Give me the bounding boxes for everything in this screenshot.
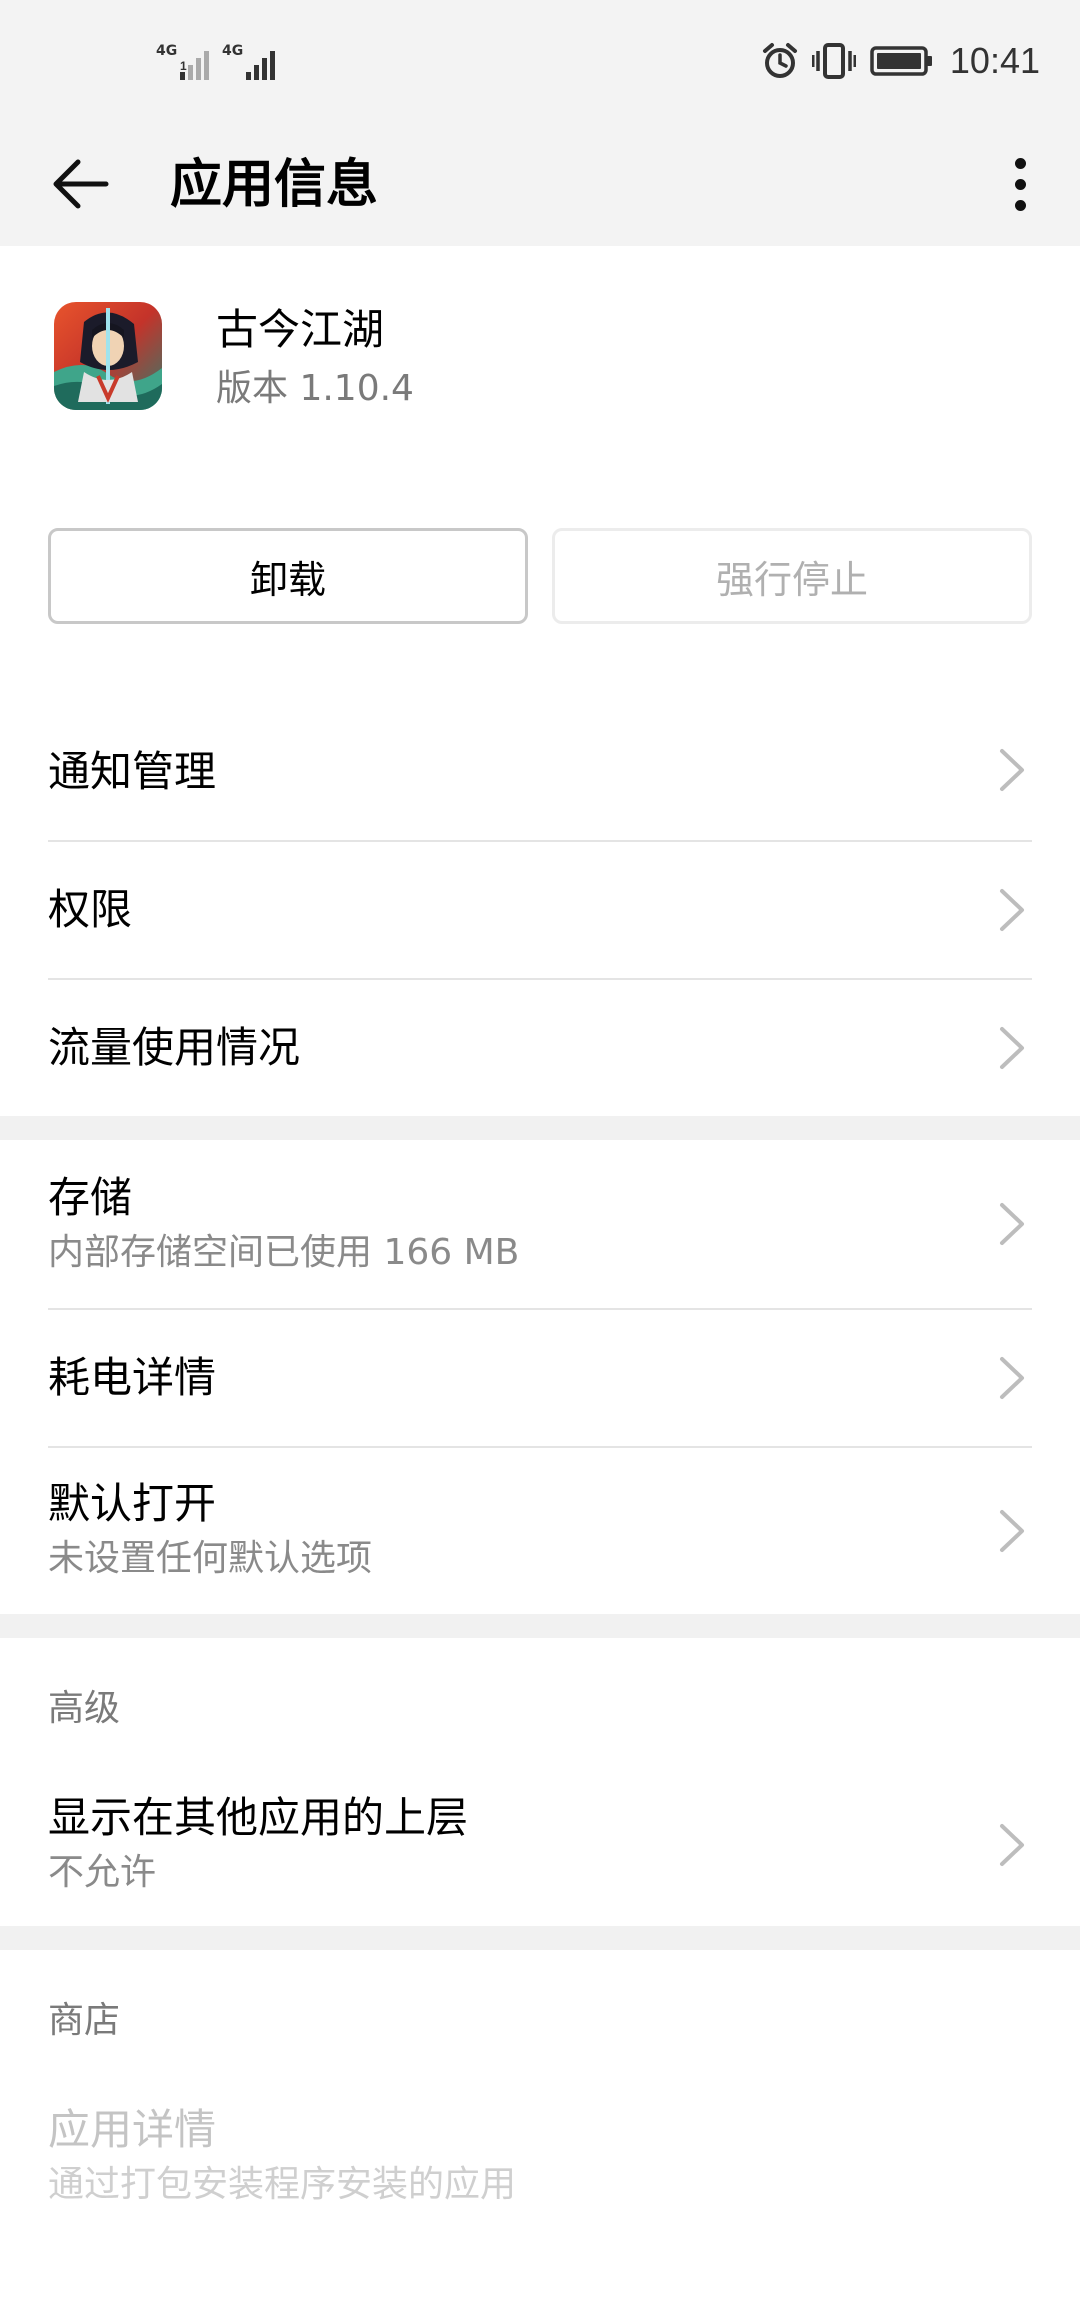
list-item-display-over-other-apps[interactable]: 显示在其他应用的上层 不允许: [0, 1762, 1080, 1926]
page-title: 应用信息: [170, 155, 379, 215]
chevron-right-icon: [1000, 749, 1024, 791]
section-gap: [0, 1116, 1080, 1140]
list-item-label: 通知管理: [48, 747, 217, 796]
list-item-notification-management[interactable]: 通知管理: [0, 700, 1080, 840]
list-item-app-details[interactable]: 应用详情 通过打包安装程序安装的应用: [0, 2074, 1080, 2234]
list-item-label: 耗电详情: [48, 1353, 217, 1402]
clock: 10:41: [949, 40, 1040, 81]
list-item-label: 权限: [48, 885, 133, 934]
more-vertical-icon: [1014, 157, 1026, 169]
chevron-right-icon: [1000, 889, 1024, 931]
list-item-label: 应用详情: [48, 2105, 217, 2154]
signal-2-tag: 4G: [222, 43, 244, 59]
list-item-battery-details[interactable]: 耗电详情: [0, 1310, 1080, 1446]
cellular-signal-icon: 1: [180, 51, 209, 80]
list-item-label: 流量使用情况: [48, 1023, 301, 1072]
signal-1-tag: 4G: [156, 43, 178, 59]
list-item-subtitle: 通过打包安装程序安装的应用: [48, 2164, 517, 2205]
chevron-right-icon: [1000, 1824, 1024, 1866]
list-item-permissions[interactable]: 权限: [0, 842, 1080, 978]
back-button[interactable]: [40, 144, 120, 224]
force-stop-button[interactable]: 强行停止: [552, 528, 1032, 624]
list-item-subtitle: 内部存储空间已使用 166 MB: [48, 1232, 520, 1273]
list-item-label: 默认打开: [48, 1479, 217, 1528]
app-version: 版本 1.10.4: [216, 368, 414, 409]
list-item-data-usage[interactable]: 流量使用情况: [0, 980, 1080, 1116]
arrow-left-icon: [53, 159, 109, 209]
chevron-right-icon: [1000, 1203, 1024, 1245]
section-title-advanced: 高级: [48, 1688, 121, 1729]
uninstall-button[interactable]: 卸载: [48, 528, 528, 624]
app-name: 古今江湖: [216, 305, 385, 354]
list-item-label: 存储: [48, 1173, 133, 1222]
status-right: 10:41: [760, 36, 1040, 86]
vibrate-icon: [811, 43, 856, 79]
chevron-right-icon: [1000, 1357, 1024, 1399]
list-item-open-by-default[interactable]: 默认打开 未设置任何默认选项: [0, 1448, 1080, 1614]
svg-text:1: 1: [180, 59, 187, 73]
list-item-storage[interactable]: 存储 内部存储空间已使用 166 MB: [0, 1140, 1080, 1308]
more-options-button[interactable]: [980, 144, 1060, 224]
list-item-subtitle: 不允许: [48, 1852, 157, 1893]
list-item-label: 显示在其他应用的上层: [48, 1793, 469, 1842]
cellular-signal-icon: [246, 51, 275, 80]
app-icon: [54, 302, 162, 410]
chevron-right-icon: [1000, 1027, 1024, 1069]
chevron-right-icon: [1000, 1510, 1024, 1552]
alarm-icon: [762, 43, 797, 78]
title-bar: 应用信息: [0, 124, 1080, 246]
section-gap: [0, 1614, 1080, 1638]
battery-icon: [870, 46, 932, 76]
status-bar: 4G 1 4G 10:41: [0, 0, 1080, 124]
section-gap: [0, 1926, 1080, 1950]
section-title-store: 商店: [48, 2000, 121, 2041]
list-item-subtitle: 未设置任何默认选项: [48, 1538, 373, 1579]
